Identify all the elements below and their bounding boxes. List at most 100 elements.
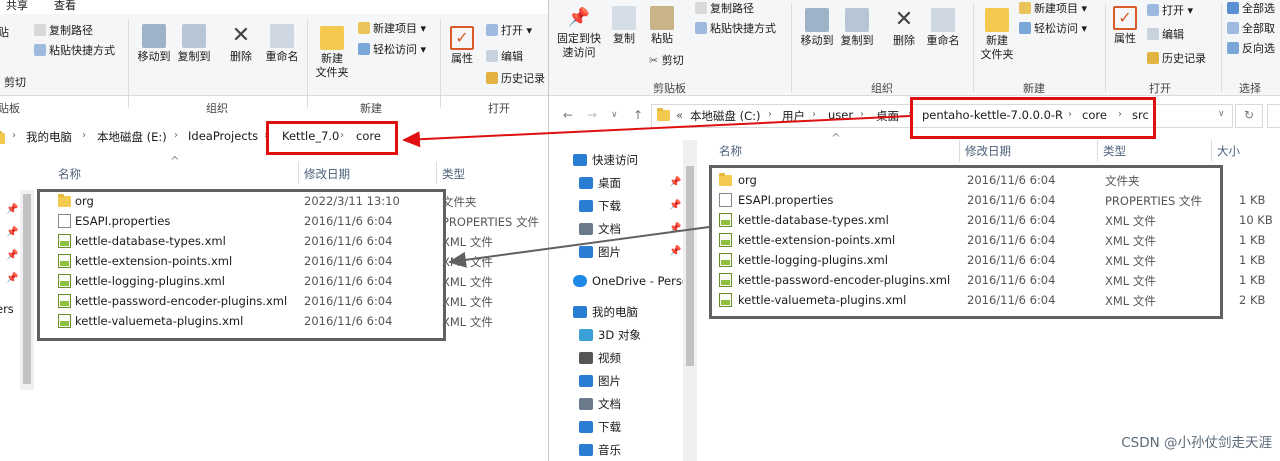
copy-to-icon	[182, 24, 206, 48]
nav-item[interactable]: 音乐	[579, 442, 621, 458]
picture-icon	[579, 375, 593, 387]
copy-button[interactable]: 复制	[607, 6, 641, 46]
new-item-button[interactable]: 新建项目 ▾	[1019, 2, 1087, 16]
cut-button[interactable]: ✂ 剪切	[649, 54, 684, 68]
nav-item[interactable]: 文档	[579, 221, 621, 237]
nav-item[interactable]: 视频	[579, 350, 621, 366]
edit-icon	[1147, 28, 1159, 40]
new-folder-button[interactable]: 新建 文件夹	[312, 26, 352, 80]
open-group-label: 打开	[488, 102, 510, 115]
scrollbar-thumb[interactable]	[686, 166, 694, 366]
refresh-button[interactable]: ↻	[1235, 104, 1263, 128]
move-to-button[interactable]: 移动到	[797, 8, 837, 48]
properties-button[interactable]: ✓ 属性	[446, 26, 478, 66]
column-type[interactable]: 类型	[1103, 143, 1126, 159]
copy-path-button[interactable]: 复制路径	[34, 24, 93, 38]
nav-item-partial[interactable]: ers	[0, 302, 14, 316]
chevron-down-icon[interactable]: ∨	[1218, 109, 1225, 119]
scissors-icon: ✂	[649, 54, 662, 67]
column-size[interactable]: 大小	[1217, 143, 1240, 159]
pin-icon: 📌	[6, 227, 19, 238]
rename-button[interactable]: 重命名	[923, 8, 963, 48]
breadcrumb-item[interactable]: 用户	[782, 108, 805, 124]
pin-quick-access-button[interactable]: 📌 固定到快 速访问	[555, 6, 603, 60]
column-date[interactable]: 修改日期	[304, 166, 350, 182]
history-icon	[1147, 52, 1159, 64]
open-button[interactable]: 打开 ▾	[486, 24, 532, 38]
copy-to-button[interactable]: 复制到	[837, 8, 877, 48]
search-box[interactable]	[1267, 104, 1280, 128]
nav-item[interactable]: 下载	[579, 419, 621, 435]
nav-item[interactable]: 文档	[579, 396, 621, 412]
video-icon	[579, 352, 593, 364]
paste-button[interactable]: 贴	[0, 26, 9, 40]
column-name[interactable]: 名称	[58, 166, 81, 182]
file-size: 10 KB	[1239, 213, 1273, 227]
cloud-icon	[573, 275, 587, 287]
copy-to-button[interactable]: 复制到	[174, 24, 214, 64]
nav-scrollbar[interactable]	[20, 190, 34, 390]
delete-button[interactable]: ✕ 删除	[224, 24, 258, 64]
up-arrow-icon[interactable]: ↑	[633, 108, 643, 122]
forward-arrow-icon[interactable]: →	[587, 108, 597, 122]
move-to-button[interactable]: 移动到	[134, 24, 174, 64]
nav-item[interactable]: 图片	[579, 373, 621, 389]
history-button[interactable]: 历史记录	[1147, 52, 1206, 66]
breadcrumb-item[interactable]: 桌面	[876, 108, 899, 124]
column-date[interactable]: 修改日期	[965, 143, 1011, 159]
new-item-button[interactable]: 新建项目 ▾	[358, 22, 426, 36]
breadcrumb-item[interactable]: user	[828, 108, 853, 122]
breadcrumb-separator: ›	[12, 130, 16, 141]
properties-button[interactable]: ✓ 属性	[1109, 6, 1141, 46]
new-folder-button[interactable]: 新建 文件夹	[977, 8, 1017, 62]
nav-item[interactable]: 我的电脑	[573, 304, 638, 320]
easy-access-button[interactable]: 轻松访问 ▾	[358, 43, 426, 57]
column-type[interactable]: 类型	[442, 166, 465, 182]
organize-group-label: 组织	[871, 82, 893, 95]
easy-access-button[interactable]: 轻松访问 ▾	[1019, 22, 1087, 36]
copy-path-button[interactable]: 复制路径	[695, 2, 754, 16]
invert-selection-button[interactable]: 反向选	[1227, 42, 1275, 56]
breadcrumb-item[interactable]: 我的电脑	[26, 129, 72, 145]
paste-button[interactable]: 粘贴	[645, 6, 679, 46]
delete-button[interactable]: ✕ 删除	[887, 8, 921, 48]
cut-button[interactable]: 剪切	[4, 76, 26, 90]
file-type: XML 文件	[442, 295, 493, 309]
paste-shortcut-button[interactable]: 粘贴快捷方式	[695, 22, 776, 36]
breadcrumb-item[interactable]: 本地磁盘 (E:)	[97, 129, 167, 145]
pin-icon: 📌	[6, 204, 19, 215]
edit-button[interactable]: 编辑	[1147, 28, 1184, 42]
easy-access-icon	[1019, 22, 1031, 34]
nav-item[interactable]: 图片	[579, 244, 621, 260]
nav-item[interactable]: 快速访问	[573, 152, 638, 168]
rename-button[interactable]: 重命名	[262, 24, 302, 64]
pin-icon: 📌	[669, 177, 682, 188]
nav-item[interactable]: 3D 对象	[579, 327, 641, 343]
refresh-icon: ↻	[1244, 108, 1255, 122]
breadcrumb-item[interactable]: IdeaProjects	[188, 129, 258, 143]
history-button[interactable]: 历史记录	[486, 72, 545, 86]
breadcrumb-overflow[interactable]: «	[676, 108, 683, 122]
file-size: 1 KB	[1239, 253, 1266, 267]
tab-share[interactable]: 共享	[6, 0, 28, 13]
tab-view[interactable]: 查看	[54, 0, 76, 13]
breadcrumb-item[interactable]: 本地磁盘 (C:)	[690, 108, 761, 124]
pin-icon: 📌	[567, 7, 591, 28]
edit-button[interactable]: 编辑	[486, 50, 523, 64]
scrollbar-thumb[interactable]	[23, 194, 31, 384]
select-all-button[interactable]: 全部选	[1227, 2, 1275, 16]
back-arrow-icon[interactable]: ←	[563, 108, 573, 122]
recent-dropdown-icon[interactable]: ∨	[611, 110, 618, 120]
open-button[interactable]: 打开 ▾	[1147, 4, 1193, 18]
select-none-button[interactable]: 全部取	[1227, 22, 1275, 36]
column-name[interactable]: 名称	[719, 143, 742, 159]
delete-icon: ✕	[894, 7, 914, 32]
nav-item[interactable]: 下载	[579, 198, 621, 214]
pin-icon: 📌	[6, 273, 19, 284]
nav-item[interactable]: OneDrive - Perso	[573, 274, 689, 288]
nav-item[interactable]: 桌面	[579, 175, 621, 191]
nav-scrollbar[interactable]	[683, 140, 697, 461]
paste-shortcut-button[interactable]: 粘贴快捷方式	[34, 44, 115, 58]
folder-icon	[0, 131, 5, 144]
properties-icon: ✓	[450, 26, 474, 50]
